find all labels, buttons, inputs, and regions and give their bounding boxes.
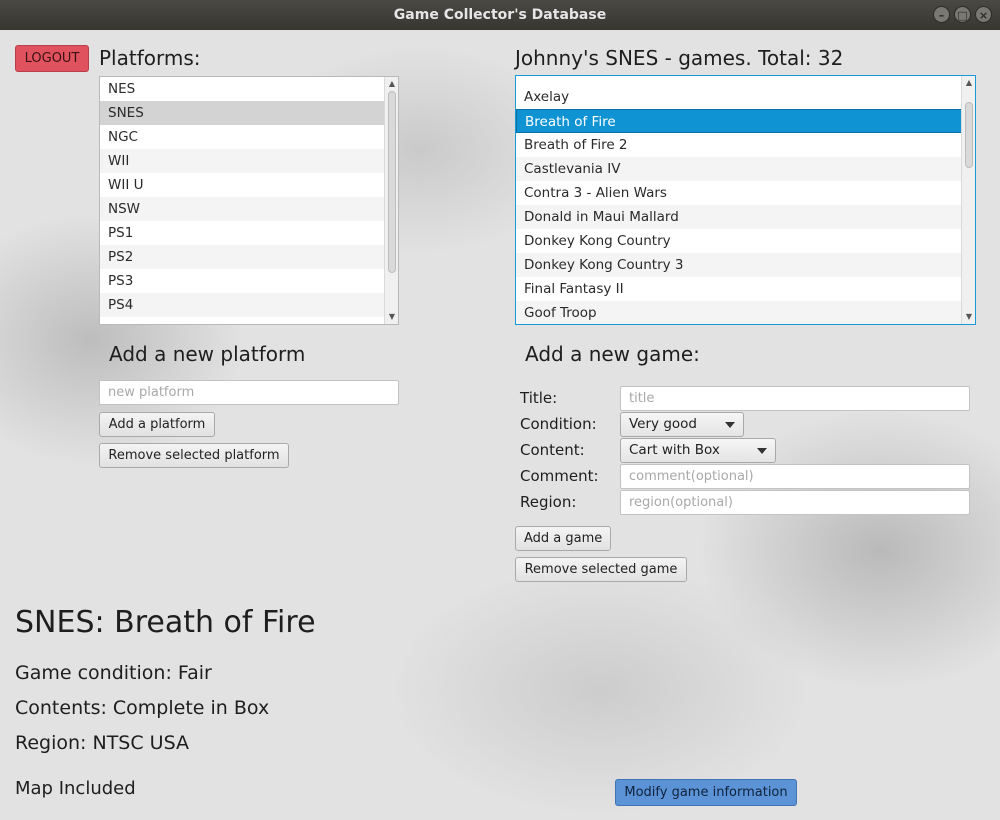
window-title: Game Collector's Database — [393, 7, 607, 23]
close-icon[interactable]: × — [975, 6, 992, 23]
list-item[interactable]: Breath of Fire — [516, 109, 975, 133]
list-item[interactable]: NSW — [100, 197, 398, 221]
list-item[interactable]: PS2 — [100, 245, 398, 269]
platform-list-rows: NES SNES NGC WII WII U NSW PS1 PS2 PS3 PS4 — [100, 77, 398, 317]
logout-button[interactable]: LOGOUT — [15, 45, 89, 72]
list-item[interactable]: SNES — [100, 101, 398, 125]
game-note-text: Map Included — [15, 778, 136, 799]
scroll-up-icon[interactable]: ▲ — [385, 78, 398, 90]
list-item[interactable]: PS1 — [100, 221, 398, 245]
scroll-up-icon[interactable]: ▲ — [962, 77, 975, 89]
list-item[interactable]: Donald in Maui Mallard — [516, 205, 975, 229]
game-list-rows: Axelay Breath of Fire Breath of Fire 2 Cast… — [516, 85, 975, 324]
modify-game-button[interactable]: Modify game information — [615, 779, 797, 806]
add-platform-button[interactable]: Add a platform — [99, 412, 215, 437]
comment-label: Comment: — [520, 467, 599, 485]
list-item[interactable]: Goof Troop — [516, 301, 975, 324]
platform-list[interactable]: NES SNES NGC WII WII U NSW PS1 PS2 PS3 PS4 ▲ ▼ — [99, 76, 399, 325]
platforms-heading: Platforms: — [99, 46, 201, 70]
title-input[interactable] — [620, 386, 970, 411]
list-item[interactable]: Castlevania IV — [516, 157, 975, 181]
condition-label: Condition: — [520, 415, 597, 433]
content-label: Content: — [520, 441, 585, 459]
game-list-scrollbar[interactable]: ▲ ▼ — [961, 76, 975, 324]
list-item[interactable]: PS4 — [100, 293, 398, 317]
list-item[interactable]: NGC — [100, 125, 398, 149]
region-label: Region: — [520, 493, 577, 511]
list-item[interactable]: Axelay — [516, 85, 975, 109]
condition-select[interactable]: Very good — [620, 412, 744, 437]
comment-input[interactable] — [620, 464, 970, 489]
content-value: Cart with Box — [629, 442, 720, 458]
content-select[interactable]: Cart with Box — [620, 438, 776, 463]
condition-value: Very good — [629, 416, 697, 432]
scroll-down-icon[interactable]: ▼ — [962, 311, 975, 323]
game-contents-text: Contents: Complete in Box — [15, 697, 270, 719]
add-game-button[interactable]: Add a game — [515, 526, 611, 551]
list-item[interactable]: NES — [100, 77, 398, 101]
partial-row — [516, 76, 975, 85]
scroll-thumb[interactable] — [388, 91, 396, 273]
games-heading: Johnny's SNES - games. Total: 32 — [515, 46, 844, 70]
region-input[interactable] — [620, 490, 970, 515]
game-region-text: Region: NTSC USA — [15, 732, 189, 754]
add-platform-heading: Add a new platform — [109, 342, 306, 366]
list-item[interactable]: Breath of Fire 2 — [516, 133, 975, 157]
scroll-thumb[interactable] — [965, 102, 973, 168]
list-item[interactable]: Final Fantasy II — [516, 277, 975, 301]
scroll-down-icon[interactable]: ▼ — [385, 311, 398, 323]
game-condition-text: Game condition: Fair — [15, 662, 212, 684]
chevron-down-icon — [757, 448, 767, 454]
game-detail-title: SNES: Breath of Fire — [15, 605, 316, 640]
list-item[interactable]: Contra 3 - Alien Wars — [516, 181, 975, 205]
remove-game-button[interactable]: Remove selected game — [515, 557, 687, 582]
new-platform-input[interactable] — [99, 380, 399, 405]
game-list[interactable]: Axelay Breath of Fire Breath of Fire 2 Cast… — [515, 75, 976, 325]
chevron-down-icon — [725, 422, 735, 428]
list-item[interactable]: PS3 — [100, 269, 398, 293]
minimize-icon[interactable]: – — [933, 6, 950, 23]
list-item[interactable]: WII — [100, 149, 398, 173]
list-item[interactable]: Donkey Kong Country — [516, 229, 975, 253]
maximize-icon[interactable]: □ — [954, 6, 971, 23]
window-titlebar: Game Collector's Database – □ × — [0, 0, 1000, 30]
add-game-heading: Add a new game: — [525, 342, 700, 366]
platform-list-scrollbar[interactable]: ▲ ▼ — [384, 77, 398, 324]
remove-platform-button[interactable]: Remove selected platform — [99, 443, 289, 468]
title-label: Title: — [520, 389, 558, 407]
list-item[interactable]: WII U — [100, 173, 398, 197]
list-item[interactable]: Donkey Kong Country 3 — [516, 253, 975, 277]
